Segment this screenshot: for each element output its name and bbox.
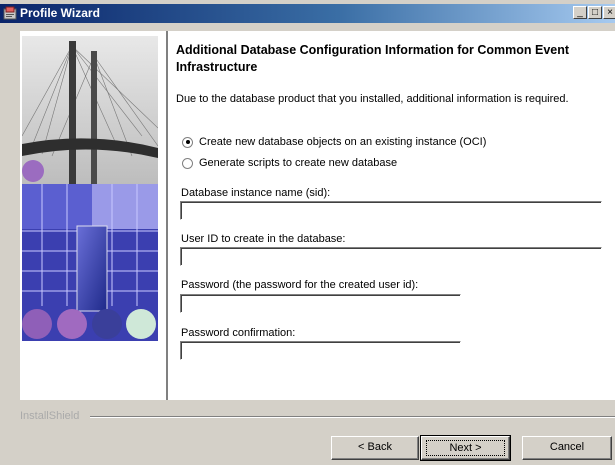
maximize-button[interactable]: □: [588, 6, 602, 19]
next-button-label: Next >: [426, 440, 505, 456]
wizard-panel: Additional Database Configuration Inform…: [20, 31, 615, 400]
userid-label: User ID to create in the database:: [181, 233, 346, 245]
password-confirm-label: Password confirmation:: [181, 327, 296, 339]
radio-create-objects-label: Create new database objects on an existi…: [199, 136, 487, 148]
decorative-bridge-image: [22, 36, 158, 341]
close-button[interactable]: ×: [603, 6, 615, 19]
profile-wizard-window: Profile Wizard _ □ × Additional Database…: [0, 0, 615, 465]
back-button[interactable]: < Back: [331, 436, 419, 460]
password-label: Password (the password for the created u…: [181, 279, 419, 291]
radio-generate-scripts-button[interactable]: [182, 157, 193, 169]
userid-input[interactable]: [180, 247, 602, 266]
installshield-brand: InstallShield: [20, 410, 80, 422]
minimize-button[interactable]: _: [573, 6, 587, 19]
radio-create-objects[interactable]: Create new database objects on an existi…: [182, 135, 486, 149]
sid-input[interactable]: [180, 201, 602, 220]
cancel-button[interactable]: Cancel: [522, 436, 612, 460]
vertical-divider: [166, 31, 169, 400]
sid-label: Database instance name (sid):: [181, 187, 331, 199]
radio-generate-scripts-label: Generate scripts to create new database: [199, 157, 398, 169]
password-confirm-input[interactable]: [180, 341, 461, 360]
intro-text: Due to the database product that you ins…: [176, 93, 569, 105]
footer-divider: [90, 416, 615, 418]
page-heading: Additional Database Configuration Inform…: [176, 43, 570, 74]
title-bar[interactable]: Profile Wizard _ □ ×: [0, 4, 615, 23]
next-button[interactable]: Next >: [420, 435, 511, 461]
radio-generate-scripts[interactable]: Generate scripts to create new database: [182, 156, 397, 170]
window-title: Profile Wizard: [20, 6, 100, 20]
wizard-app-icon: [3, 6, 17, 20]
radio-create-objects-button[interactable]: [182, 136, 193, 148]
password-input[interactable]: [180, 294, 461, 313]
